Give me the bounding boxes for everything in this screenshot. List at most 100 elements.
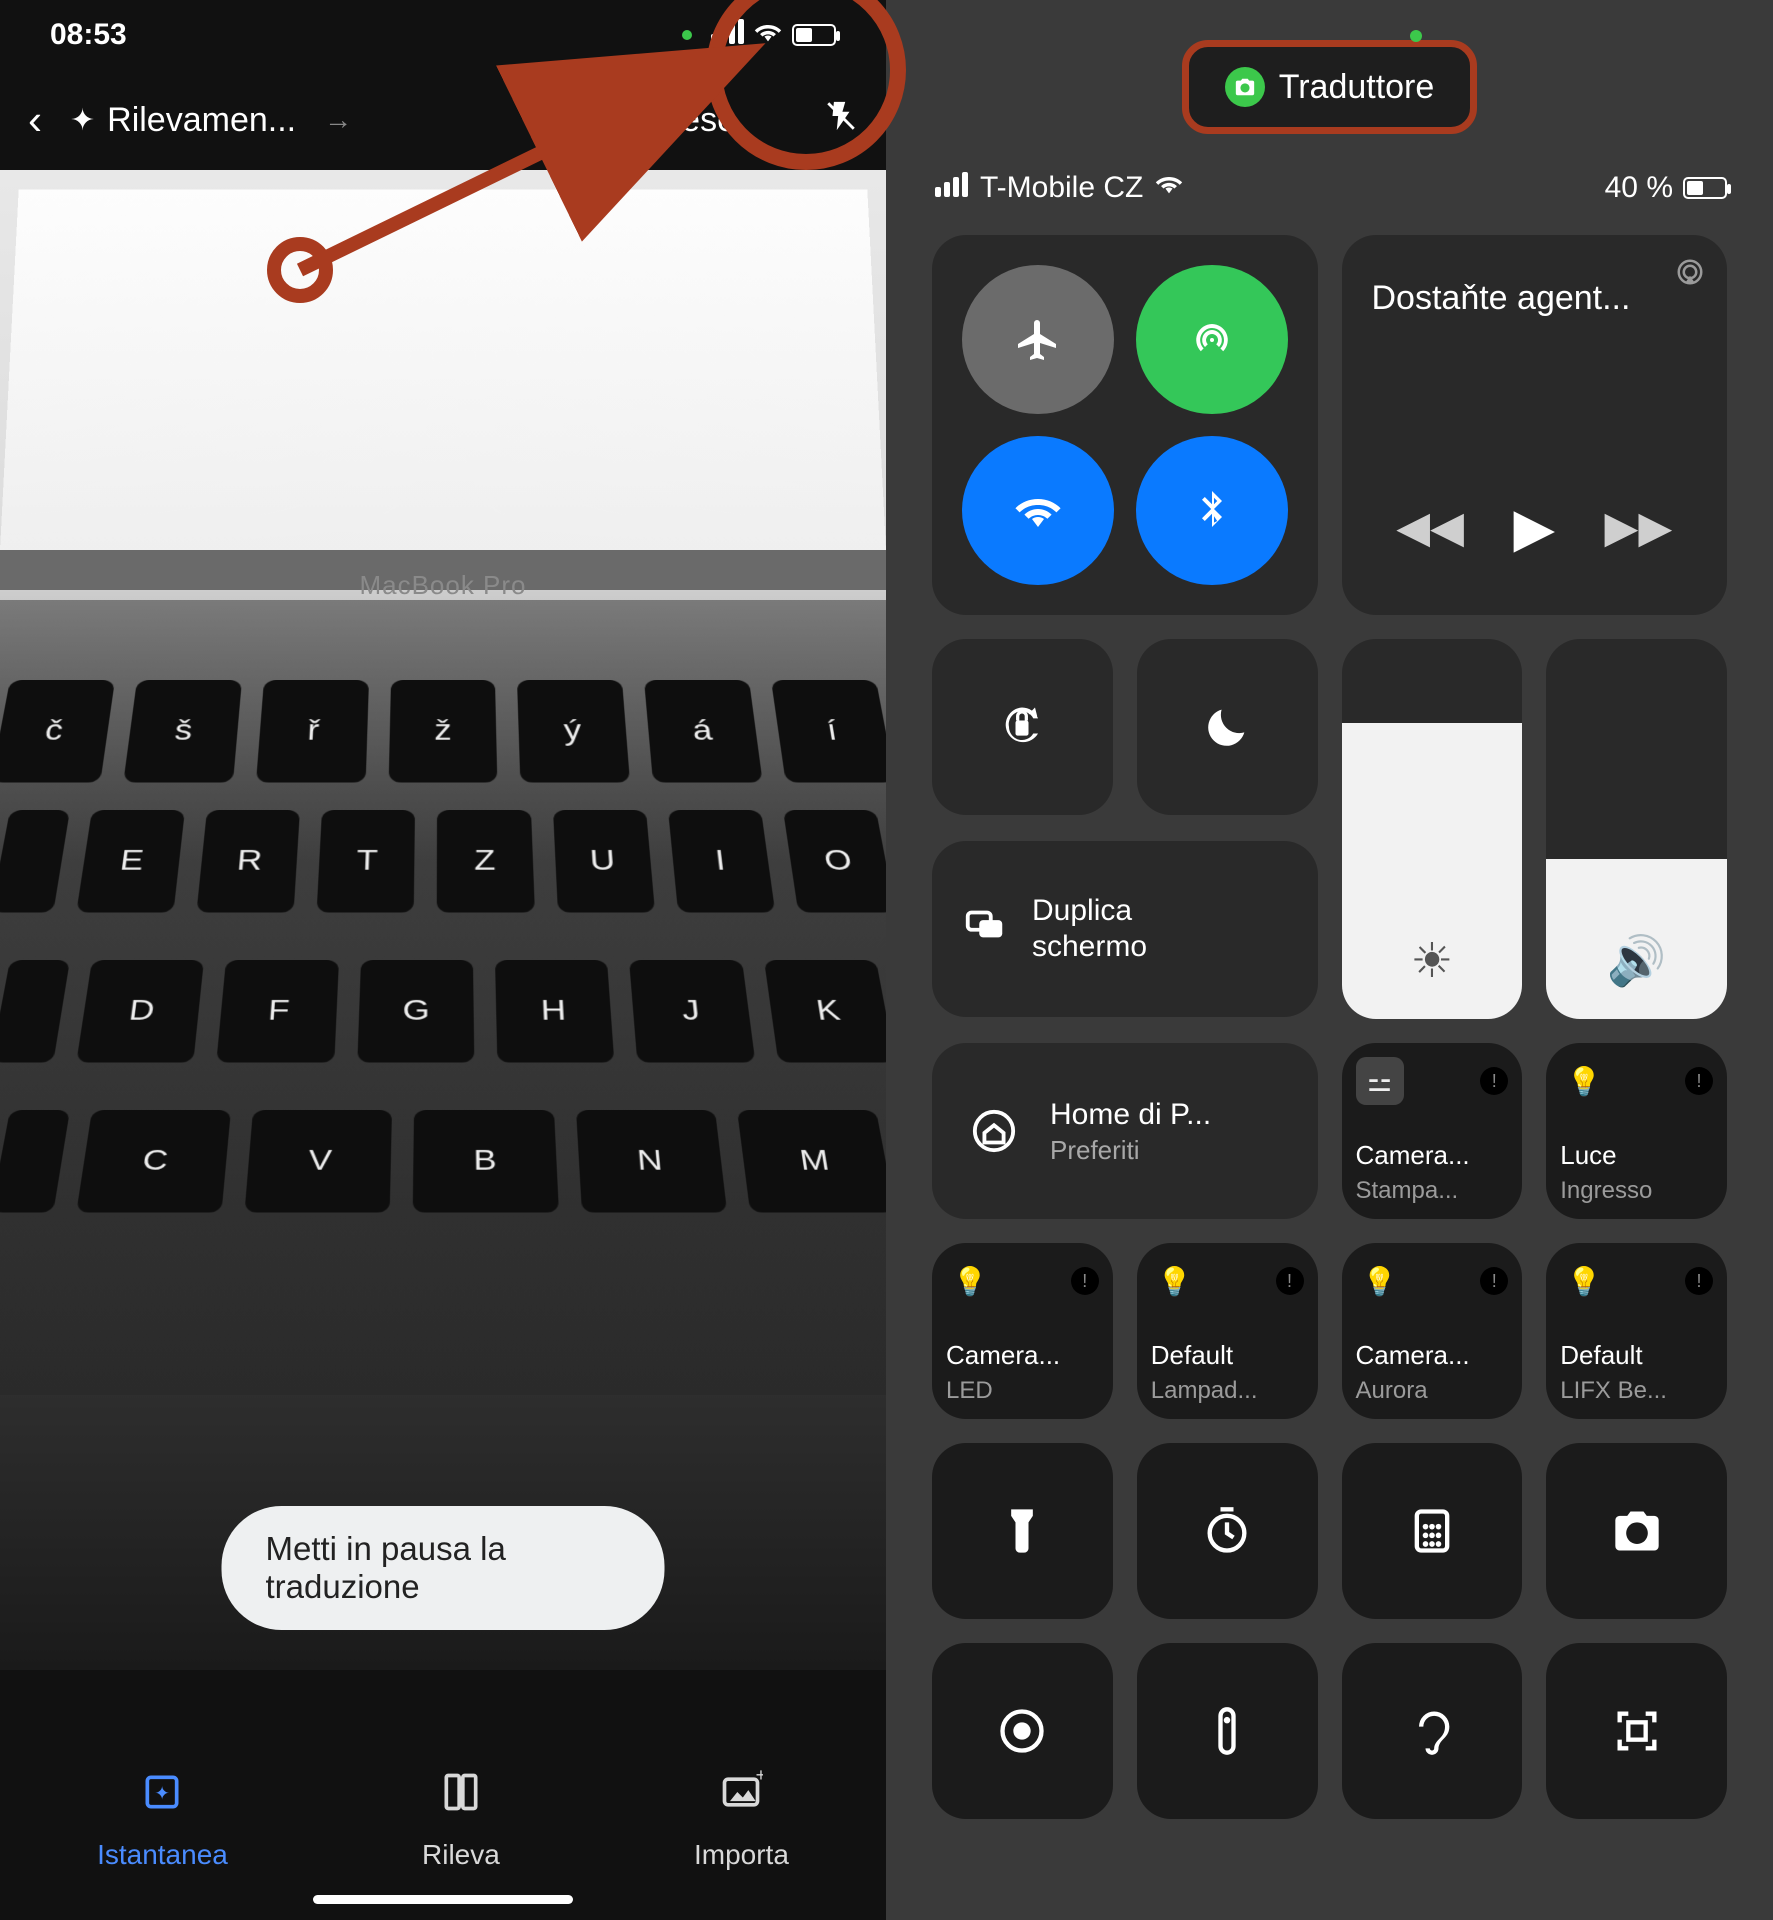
home-favorites-button[interactable]: Home di P...Preferiti [932, 1043, 1318, 1219]
alert-icon: ! [1685, 1267, 1713, 1295]
battery-percent: 40 % [1605, 171, 1673, 205]
homekit-tile-3[interactable]: 💡! Default Lampad... [1137, 1243, 1318, 1419]
camera-indicator-dot [682, 30, 692, 40]
timer-button[interactable] [1137, 1443, 1318, 1619]
cellular-data-toggle[interactable] [1136, 265, 1288, 414]
home-title: Home di P... [1050, 1096, 1211, 1134]
left-screenshot: 08:53 ‹ ✦ Rilevamen... → Inglese MacBook… [0, 0, 886, 1920]
moon-icon [1137, 639, 1318, 815]
nav-import[interactable]: + Importa [694, 1770, 789, 1871]
bulb-icon: 💡 [946, 1257, 994, 1305]
alert-icon: ! [1685, 1067, 1713, 1095]
volume-slider[interactable]: 🔊 [1546, 639, 1727, 1019]
bluetooth-toggle[interactable] [1136, 436, 1288, 585]
lock-rotation-icon [932, 639, 1113, 815]
screen-mirroring-button[interactable]: Duplicaschermo [932, 841, 1318, 1017]
media-next-button[interactable]: ▶▶ [1605, 502, 1673, 553]
hk-sub: Ingresso [1560, 1177, 1713, 1205]
photo-content: MacBook Pro čšřžýáí ERTZUIO DFGHJK CVBNM [0, 170, 886, 1670]
source-language-button[interactable]: ✦ Rilevamen... [70, 101, 296, 140]
active-app-label: Traduttore [1279, 68, 1435, 107]
media-prev-button[interactable]: ◀◀ [1396, 502, 1464, 553]
control-center: Traduttore T-Mobile CZ 40 % Dostaňte ag [886, 0, 1773, 1920]
homekit-tile-5[interactable]: 💡! Default LIFX Be... [1546, 1243, 1727, 1419]
nav-scan-label: Rileva [422, 1839, 500, 1871]
sparkle-icon: ✦ [70, 103, 95, 138]
bulb-icon: 💡 [1356, 1257, 1404, 1305]
media-play-button[interactable]: ▶ [1513, 496, 1555, 559]
home-indicator[interactable] [313, 1895, 573, 1904]
home-sub: Preferiti [1050, 1134, 1211, 1167]
hk-name: Luce [1560, 1140, 1713, 1171]
cc-status-row: T-Mobile CZ 40 % [932, 170, 1727, 205]
cellular-icon [932, 171, 968, 205]
hk-sub: Stampa... [1356, 1177, 1509, 1205]
battery-icon [1683, 177, 1727, 199]
nav-instant[interactable]: ✦ Istantanea [97, 1770, 228, 1871]
connectivity-group [932, 235, 1318, 615]
swap-arrow-icon: → [324, 104, 352, 136]
camera-viewfinder[interactable]: MacBook Pro čšřžýáí ERTZUIO DFGHJK CVBNM… [0, 170, 886, 1670]
media-title: Dostaňte agent... [1372, 279, 1698, 318]
svg-text:✦: ✦ [155, 1782, 170, 1803]
instant-icon: ✦ [140, 1770, 184, 1825]
source-language-label: Rilevamen... [107, 101, 296, 140]
plug-icon: ⚍ [1356, 1057, 1404, 1105]
wifi-icon [1155, 170, 1183, 205]
key-row-2: DFGHJK [0, 960, 886, 1063]
hk-name: Camera... [946, 1340, 1099, 1371]
screen-mirroring-icon [962, 901, 1008, 958]
flashlight-button[interactable] [932, 1443, 1113, 1619]
macbook-label: MacBook Pro [0, 570, 886, 601]
active-app-pill[interactable]: Traduttore [1182, 40, 1478, 134]
brightness-slider[interactable]: ☀ [1342, 639, 1523, 1019]
hk-sub: Lampad... [1151, 1377, 1304, 1405]
homekit-tile-2[interactable]: 💡! Camera... LED [932, 1243, 1113, 1419]
hearing-button[interactable] [1342, 1643, 1523, 1819]
camera-button[interactable] [1546, 1443, 1727, 1619]
pause-translation-button[interactable]: Metti in pausa la traduzione [222, 1506, 665, 1630]
hk-sub: Aurora [1356, 1377, 1509, 1405]
calculator-button[interactable] [1342, 1443, 1523, 1619]
alert-icon: ! [1480, 1067, 1508, 1095]
do-not-disturb-toggle[interactable] [1137, 639, 1318, 815]
hk-name: Camera... [1356, 1140, 1509, 1171]
homekit-tile-1[interactable]: 💡! Luce Ingresso [1546, 1043, 1727, 1219]
homekit-tile-4[interactable]: 💡! Camera... Aurora [1342, 1243, 1523, 1419]
hk-name: Camera... [1356, 1340, 1509, 1371]
alert-icon: ! [1276, 1267, 1304, 1295]
media-controls[interactable]: Dostaňte agent... ◀◀ ▶ ▶▶ [1342, 235, 1728, 615]
key-row-1: ERTZUIO [0, 810, 886, 913]
orientation-lock-toggle[interactable] [932, 639, 1113, 815]
camera-indicator-dot [1410, 30, 1422, 42]
scan-icon [439, 1770, 483, 1825]
qr-scan-button[interactable] [1546, 1643, 1727, 1819]
mirror-line1: Duplica [1032, 893, 1147, 929]
hk-sub: LIFX Be... [1560, 1377, 1713, 1405]
bottom-nav: ✦ Istantanea Rileva + Importa [0, 1750, 886, 1920]
airplay-icon[interactable] [1675, 257, 1705, 295]
remote-button[interactable] [1137, 1643, 1318, 1819]
key-row-accents: čšřžýáí [0, 680, 886, 783]
hk-sub: LED [946, 1377, 1099, 1405]
back-button[interactable]: ‹ [28, 96, 42, 144]
record-button[interactable] [932, 1643, 1113, 1819]
airplane-mode-toggle[interactable] [962, 265, 1114, 414]
hk-name: Default [1560, 1340, 1713, 1371]
camera-icon [1225, 67, 1265, 107]
nav-scan[interactable]: Rileva [422, 1770, 500, 1871]
bulb-icon: 💡 [1151, 1257, 1199, 1305]
nav-import-label: Importa [694, 1839, 789, 1871]
alert-icon: ! [1071, 1267, 1099, 1295]
volume-icon: 🔊 [1546, 932, 1727, 989]
svg-text:+: + [756, 1770, 763, 1785]
status-time: 08:53 [50, 18, 127, 52]
bulb-icon: 💡 [1560, 1057, 1608, 1105]
brightness-icon: ☀ [1342, 933, 1523, 989]
homekit-tile-0[interactable]: ⚍! Camera... Stampa... [1342, 1043, 1523, 1219]
alert-icon: ! [1480, 1267, 1508, 1295]
hk-name: Default [1151, 1340, 1304, 1371]
bulb-icon: 💡 [1560, 1257, 1608, 1305]
wifi-toggle[interactable] [962, 436, 1114, 585]
carrier-label: T-Mobile CZ [980, 171, 1143, 205]
